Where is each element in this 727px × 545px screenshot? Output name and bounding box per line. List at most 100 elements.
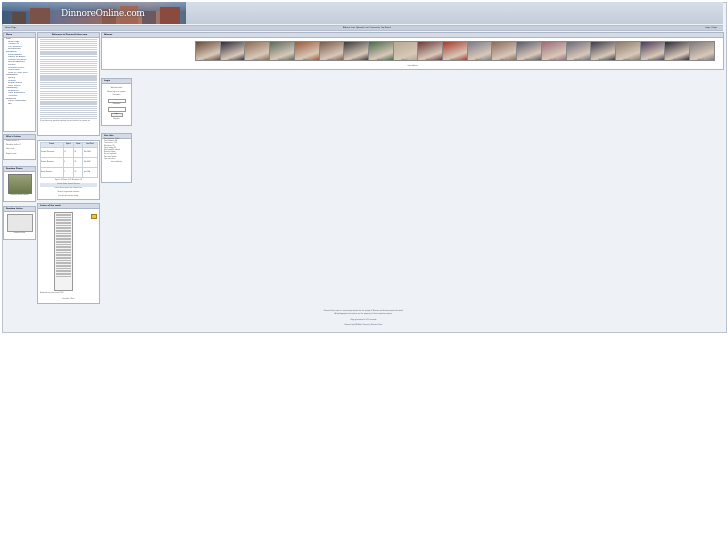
album-thumbnail[interactable] [318,41,345,61]
site-logo[interactable]: DinnoreOnline.com [61,9,145,19]
password-label: Password [112,104,121,106]
album-thumbnail-caption: Photo 1 [204,59,210,61]
forum-posts: 47 [72,146,84,158]
forum-posts: 22 [72,166,84,178]
table-row[interactable]: General Discussion 12 47 Mar 2008 [39,146,98,158]
nav-home-link[interactable]: Home Page [5,27,16,29]
album-thumbnail-caption: Photo 12 [475,59,483,61]
album-thumbnail[interactable] [565,41,592,61]
text-line [40,99,97,101]
text-line [40,55,97,57]
album-thumbnails: Photo 1 Photo 2 Photo 3 Photo 4 Photo 5 Photo… [195,41,722,61]
text-line [40,64,97,67]
login-box: Login Welcome back Please log in or regi… [101,78,132,126]
nav-center-links[interactable]: Albums Last Uploads Last Comments Top Ra… [343,27,391,29]
album-thumbnail[interactable] [590,41,617,61]
random-photo-image[interactable] [7,174,32,194]
random-letter-image[interactable] [6,214,33,232]
albums-title: Albums [102,33,723,38]
text-line [40,79,97,81]
album-thumbnail[interactable] [442,41,468,61]
forum-topics: 9 [62,156,74,168]
text-line [40,53,97,55]
album-thumbnail-caption: Photo 7 [352,59,359,61]
album-thumbnail-caption: Photo 17 [598,59,606,61]
text-line [40,69,97,71]
forum-topics: 12 [62,146,74,158]
album-thumbnail-caption: Photo 13 [500,59,507,61]
letters-title: Letter of the week [38,204,99,209]
text-line [40,101,97,103]
album-thumbnail[interactable] [491,41,518,61]
album-thumbnail-caption: Photo 2 [228,59,235,61]
login-button[interactable]: Login [110,112,123,118]
album-thumbnail[interactable] [466,41,493,61]
album-thumbnail[interactable] [293,41,320,61]
album-thumbnail[interactable] [343,41,370,61]
album-thumbnail[interactable] [540,41,567,61]
random-letter-caption: Scanned letter [13,233,26,234]
text-line [40,45,97,47]
text-line [40,85,97,87]
register-link[interactable]: Register [102,118,131,122]
album-thumbnail[interactable] [639,41,666,61]
random-photo-box: Random Photo Random photo caption [3,166,36,202]
forum-name[interactable]: Dinnore Memories [39,156,64,168]
album-thumbnail-caption: Photo 14 [524,59,532,61]
footer-generated: Page generated in 0.12 seconds [350,320,377,321]
letters-caption: Handwritten letter from 1918 [40,293,64,294]
album-thumbnail[interactable] [392,41,419,61]
footer-credits[interactable]: Powered by PHP-Nuke Theme by DinnoreOnli… [2,325,725,326]
text-line [40,93,97,95]
album-thumbnail[interactable] [689,41,715,61]
forum-last: Mar 2008 [82,146,98,158]
album-thumbnail[interactable] [244,41,271,61]
album-thumbnail-caption: Photo 4 [278,59,284,61]
album-thumbnail[interactable] [195,41,221,61]
text-line [40,115,97,118]
album-thumbnail[interactable] [269,41,296,61]
text-line [40,47,97,49]
album-thumbnail-caption: Photo 8 [377,59,383,61]
text-line [40,118,97,120]
folder-icon[interactable] [91,214,97,219]
table-row[interactable]: Dinnore Memories 9 31 Feb 2008 [39,156,98,168]
forum-name[interactable]: Family Research [39,166,64,178]
album-thumbnail-caption: Photo 11 [450,59,458,61]
forum-name[interactable]: General Discussion [39,146,64,158]
text-line [40,40,97,43]
stats-more-link[interactable]: view statistics [102,161,131,165]
letters-nav[interactable]: Previous | Next [38,298,99,302]
nav-login-link[interactable]: Login | Help [705,27,717,29]
site-banner: DinnoreOnline.com [2,2,186,24]
username-field[interactable] [107,98,126,104]
letter-scan-image[interactable] [54,212,73,291]
forum-topics: 7 [62,166,74,178]
menu-item[interactable]: FAQ [4,103,35,106]
table-row[interactable]: Family Research 7 22 Jan 2008 [39,166,98,178]
stats-box: Site Info Total photos: 1,240 Total album… [101,133,132,183]
login-title: Login [102,79,131,84]
album-thumbnail-caption: Photo 18 [623,59,631,61]
text-line [40,51,97,53]
album-thumbnail[interactable] [614,41,641,61]
text-line [40,97,97,99]
text-line [40,113,97,116]
text-line [40,43,97,45]
album-thumbnail[interactable] [516,41,543,61]
menu-list: Main Home Page Contact Us Site Statistics Re… [4,38,35,105]
stats-list: Total photos: 1,240 Total albums: 58 Comme… [102,139,131,161]
forum-table: Forum Topics Posts Last Post General Dis… [39,142,98,178]
album-thumbnail[interactable] [219,41,246,61]
forum-last: Feb 2008 [82,156,98,168]
album-thumbnail[interactable] [664,41,691,61]
text-line [40,90,97,93]
album-thumbnail[interactable] [367,41,394,61]
text-line [40,75,97,77]
password-field[interactable] [107,107,126,112]
random-photo-caption: Random photo caption [10,195,29,196]
register-link[interactable]: Register now [4,153,35,157]
albums-more-link[interactable]: more photos [102,65,723,69]
album-thumbnail[interactable] [417,41,444,61]
forum-box: Forum Topics Posts Last Post General Dis… [37,140,100,200]
